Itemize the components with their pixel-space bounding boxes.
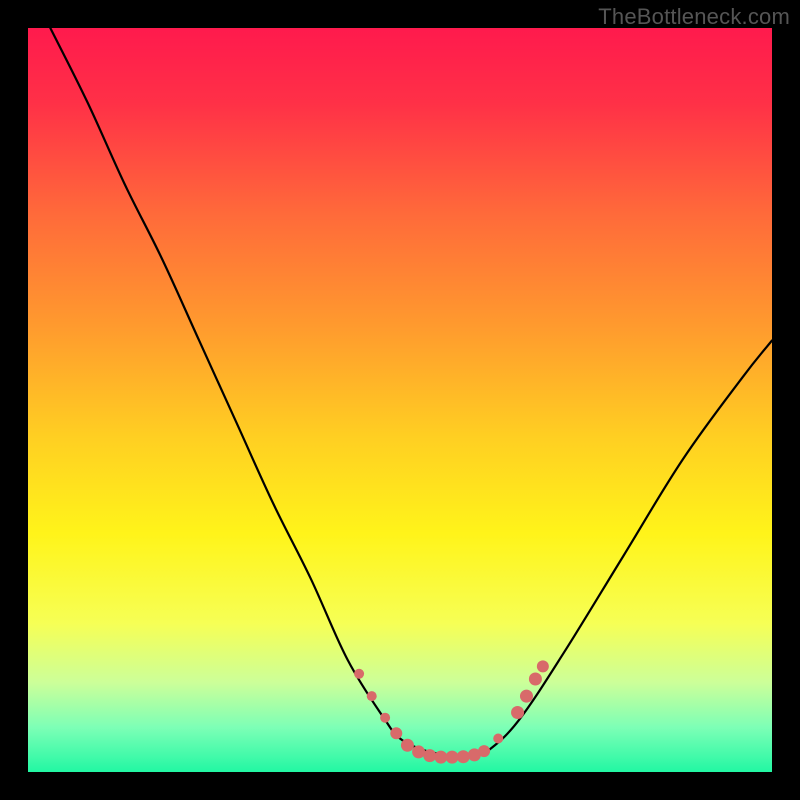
plot-area: [28, 28, 772, 772]
marker-dot: [434, 751, 447, 764]
chart-frame: TheBottleneck.com: [0, 0, 800, 800]
marker-dot: [520, 690, 533, 703]
marker-dot: [537, 660, 549, 672]
marker-dot: [354, 669, 364, 679]
marker-dot: [446, 751, 459, 764]
marker-dot: [367, 691, 377, 701]
marker-dot: [412, 745, 425, 758]
watermark-text: TheBottleneck.com: [598, 4, 790, 30]
marker-dot: [401, 739, 414, 752]
marker-dot: [390, 727, 402, 739]
gradient-background: [28, 28, 772, 772]
marker-dot: [511, 706, 524, 719]
marker-dot: [493, 734, 503, 744]
marker-dot: [380, 713, 390, 723]
marker-dot: [457, 750, 470, 763]
chart-svg: [28, 28, 772, 772]
marker-dot: [423, 749, 436, 762]
marker-dot: [529, 673, 542, 686]
marker-dot: [478, 745, 490, 757]
